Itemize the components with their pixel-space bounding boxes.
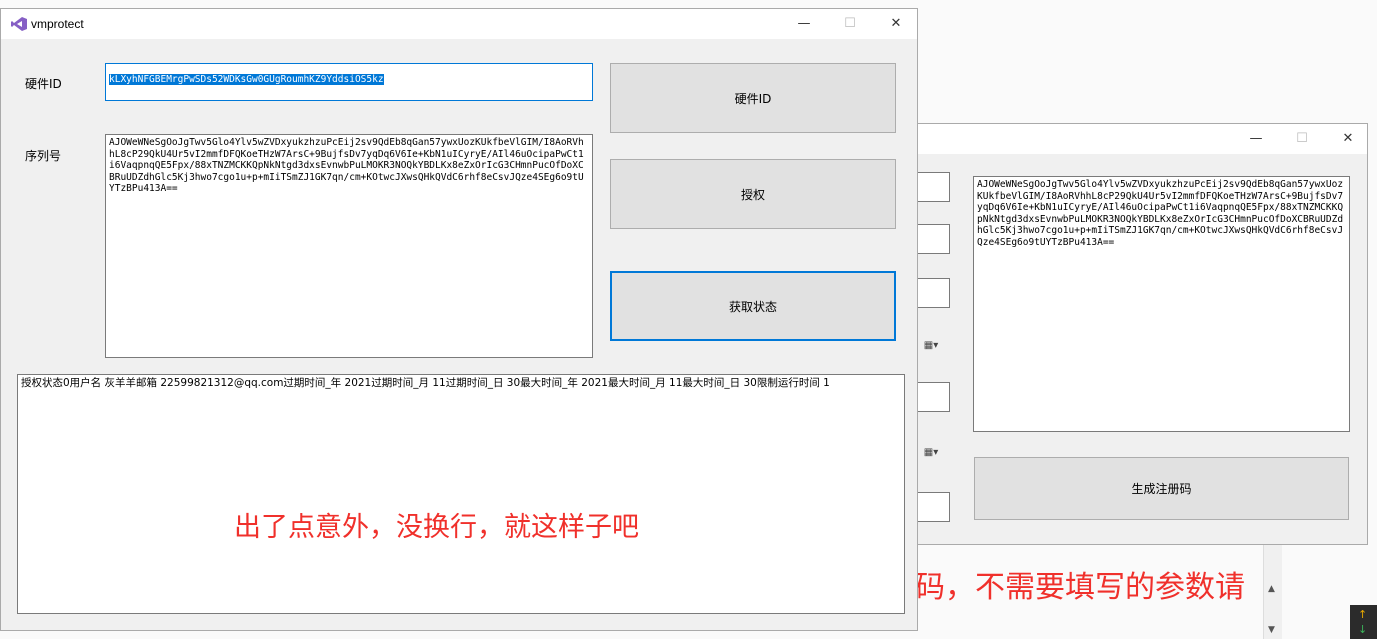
minimize-button[interactable]: — <box>781 9 827 39</box>
param-field-3[interactable] <box>913 278 950 308</box>
date-picker-1-icon[interactable]: ▦▾ <box>917 331 945 359</box>
second-window: — ☐ ✕ ▦▾ ▦▾ AJOWeWNeSgOoJgTwv5Glo4Ylv5wZ… <box>912 123 1368 545</box>
visual-studio-icon <box>11 17 27 31</box>
generate-code-button[interactable]: 生成注册码 <box>974 457 1349 520</box>
hardware-id-input[interactable]: kLXyhNFGBEMrgPwSDs52WDKsGw0GUgRoumhKZ9Yd… <box>105 63 593 101</box>
main-titlebar: vmprotect — ☐ ✕ <box>1 9 917 39</box>
get-status-button[interactable]: 获取状态 <box>610 271 896 341</box>
background-red-text: 码，不需要填写的参数请 <box>915 570 1245 605</box>
param-field-4[interactable] <box>913 382 950 412</box>
scroll-down-icon[interactable]: ▼ <box>1268 625 1275 635</box>
param-field-1[interactable] <box>913 172 950 202</box>
serial-textbox[interactable]: AJOWeWNeSgOoJgTwv5Glo4Ylv5wZVDxyukzhzuPc… <box>105 134 593 358</box>
second-titlebar: — ☐ ✕ <box>913 124 1367 154</box>
authorize-button[interactable]: 授权 <box>610 159 896 229</box>
param-field-2[interactable] <box>913 224 950 254</box>
hardware-id-label: 硬件ID <box>25 77 62 91</box>
param-field-5[interactable] <box>913 492 950 522</box>
scroll-up-icon[interactable]: ▲ <box>1268 584 1275 594</box>
second-serial-textbox[interactable]: AJOWeWNeSgOoJgTwv5Glo4Ylv5wZVDxyukzhzuPc… <box>973 176 1350 432</box>
status-textbox[interactable]: 授权状态0用户名 灰羊羊邮箱 2259982131​2@qq.com过期时间_年… <box>17 374 905 614</box>
hardware-id-value: kLXyhNFGBEMrgPwSDs52WDKsGw0GUgRoumhKZ9Yd… <box>109 74 384 85</box>
date-picker-2-icon[interactable]: ▦▾ <box>917 438 945 466</box>
window-title: vmprotect <box>31 17 84 31</box>
corner-widget[interactable]: ↑ ↓ <box>1350 605 1377 639</box>
arrow-up-icon: ↑ <box>1358 608 1368 621</box>
background-scrollbar[interactable]: ▼ ▲ <box>1263 540 1282 639</box>
maximize-button[interactable]: ☐ <box>827 9 873 39</box>
second-minimize-button[interactable]: — <box>1233 124 1279 154</box>
serial-label: 序列号 <box>25 149 62 163</box>
annotation-text: 出了点意外，没换行，就这样子吧 <box>234 512 639 543</box>
second-close-button[interactable]: ✕ <box>1325 124 1371 154</box>
close-button[interactable]: ✕ <box>873 9 919 39</box>
main-window: vmprotect — ☐ ✕ 硬件ID kLXyhNFGBEMrgPwSDs5… <box>0 8 918 631</box>
arrow-down-icon: ↓ <box>1358 623 1368 636</box>
hardware-id-button[interactable]: 硬件ID <box>610 63 896 133</box>
second-maximize-button[interactable]: ☐ <box>1279 124 1325 154</box>
